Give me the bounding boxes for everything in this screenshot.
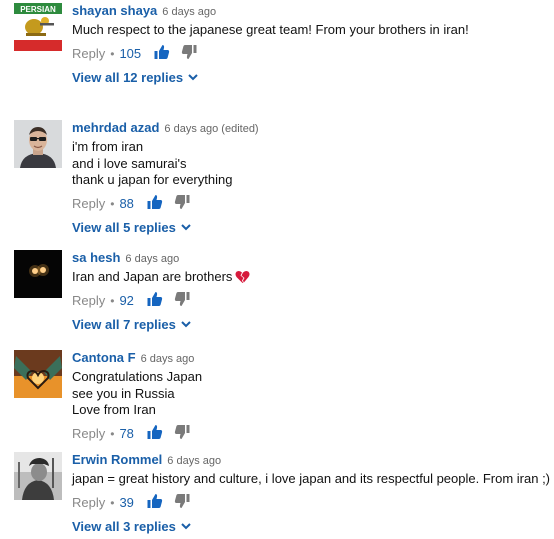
comment-author[interactable]: Cantona F [72,350,136,365]
comment-body: mehrdad azad 6 days ago (edited) i'm from… [72,120,554,236]
view-replies-link[interactable]: View all 5 replies [72,220,554,236]
comment-author[interactable]: Erwin Rommel [72,452,162,467]
separator-dot: • [110,293,115,308]
chevron-down-icon [181,522,191,529]
comment-line: thank u japan for everything [72,172,233,187]
comment-author[interactable]: shayan shaya [72,3,157,18]
comment-actions: Reply • 78 [72,425,554,443]
comment-timestamp[interactable]: 6 days ago (edited) [164,123,258,135]
comment-text: Much respect to the japanese great team!… [72,22,554,39]
reply-button[interactable]: Reply [72,495,105,510]
comment-line: see you in Russia [72,385,175,401]
avatar[interactable] [14,452,62,500]
comment-timestamp[interactable]: 6 days ago [141,353,195,365]
thumbs-up-icon[interactable] [147,291,163,307]
reply-button[interactable]: Reply [72,196,105,211]
like-count: 78 [119,425,134,441]
like-count: 92 [119,292,134,308]
thumbs-down-icon[interactable] [174,291,190,307]
comment-text: Iran and Japan are brothers [72,269,554,286]
avatar-logo-text: PERSIAN [20,5,56,14]
comment-body: Erwin Rommel 6 days ago japan = great his… [72,452,554,535]
comment-timestamp[interactable]: 6 days ago [125,253,179,265]
thumbs-up-icon[interactable] [154,44,170,60]
like-count: 105 [119,45,142,61]
comment-actions: Reply • 92 [72,292,554,310]
broken-heart-icon [235,270,250,283]
comment-text: i'm from iran and i love samurai's thank… [72,139,554,189]
view-replies-label: View all 7 replies [72,316,176,332]
comment-line: i'm from iran [72,139,144,154]
comment-text: Congratulations Japan see you in Russia … [72,369,554,419]
comment-line: Much respect to the japanese great team!… [72,22,469,37]
thumbs-up-icon[interactable] [147,194,163,210]
thumbs-up-icon[interactable] [147,424,163,440]
thumbs-down-icon[interactable] [174,194,190,210]
thumbs-down-icon[interactable] [181,44,197,60]
comment-timestamp[interactable]: 6 days ago [162,6,216,18]
comment-body: shayan shaya 6 days ago Much respect to t… [72,3,554,86]
comment-line-text: Iran and Japan are brothers [72,269,233,284]
comment-body: Cantona F 6 days ago Congratulations Japa… [72,350,554,443]
comment-author[interactable]: mehrdad azad [72,120,159,135]
comment-line: and i love samurai's [72,155,187,171]
thumbs-down-icon[interactable] [174,424,190,440]
avatar[interactable] [14,250,62,298]
comment-timestamp[interactable]: 6 days ago [167,455,221,467]
reply-button[interactable]: Reply [72,46,105,61]
view-replies-link[interactable]: View all 7 replies [72,317,554,333]
view-replies-label: View all 12 replies [72,69,184,85]
separator-dot: • [110,426,115,441]
chevron-down-icon [188,73,198,80]
comment-actions: Reply • 105 [72,45,554,63]
view-replies-link[interactable]: View all 3 replies [72,519,554,535]
view-replies-label: View all 5 replies [72,219,176,235]
comment-text: japan = great history and culture, i lov… [72,471,554,488]
avatar[interactable]: PERSIAN [14,3,62,51]
comment-line: Love from Iran [72,402,156,417]
separator-dot: • [110,46,115,61]
chevron-down-icon [181,223,191,230]
reply-button[interactable]: Reply [72,426,105,441]
comment-author[interactable]: sa hesh [72,250,120,265]
chevron-down-icon [181,320,191,327]
thumbs-up-icon[interactable] [147,493,163,509]
like-count: 39 [119,494,134,510]
thumbs-down-icon[interactable] [174,493,190,509]
like-count: 88 [119,195,134,211]
comment-actions: Reply • 39 [72,494,554,512]
avatar[interactable] [14,350,62,398]
avatar[interactable] [14,120,62,168]
comment-line: Iran and Japan are brothers [72,269,554,286]
comment-line: japan = great history and culture, i lov… [72,471,551,486]
separator-dot: • [110,196,115,211]
separator-dot: • [110,495,115,510]
reply-button[interactable]: Reply [72,293,105,308]
comment-line: Congratulations Japan [72,369,203,384]
comment-actions: Reply • 88 [72,195,554,213]
comment-body: sa hesh 6 days ago Iran and Japan are bro… [72,250,554,333]
view-replies-label: View all 3 replies [72,518,176,534]
view-replies-link[interactable]: View all 12 replies [72,70,554,86]
